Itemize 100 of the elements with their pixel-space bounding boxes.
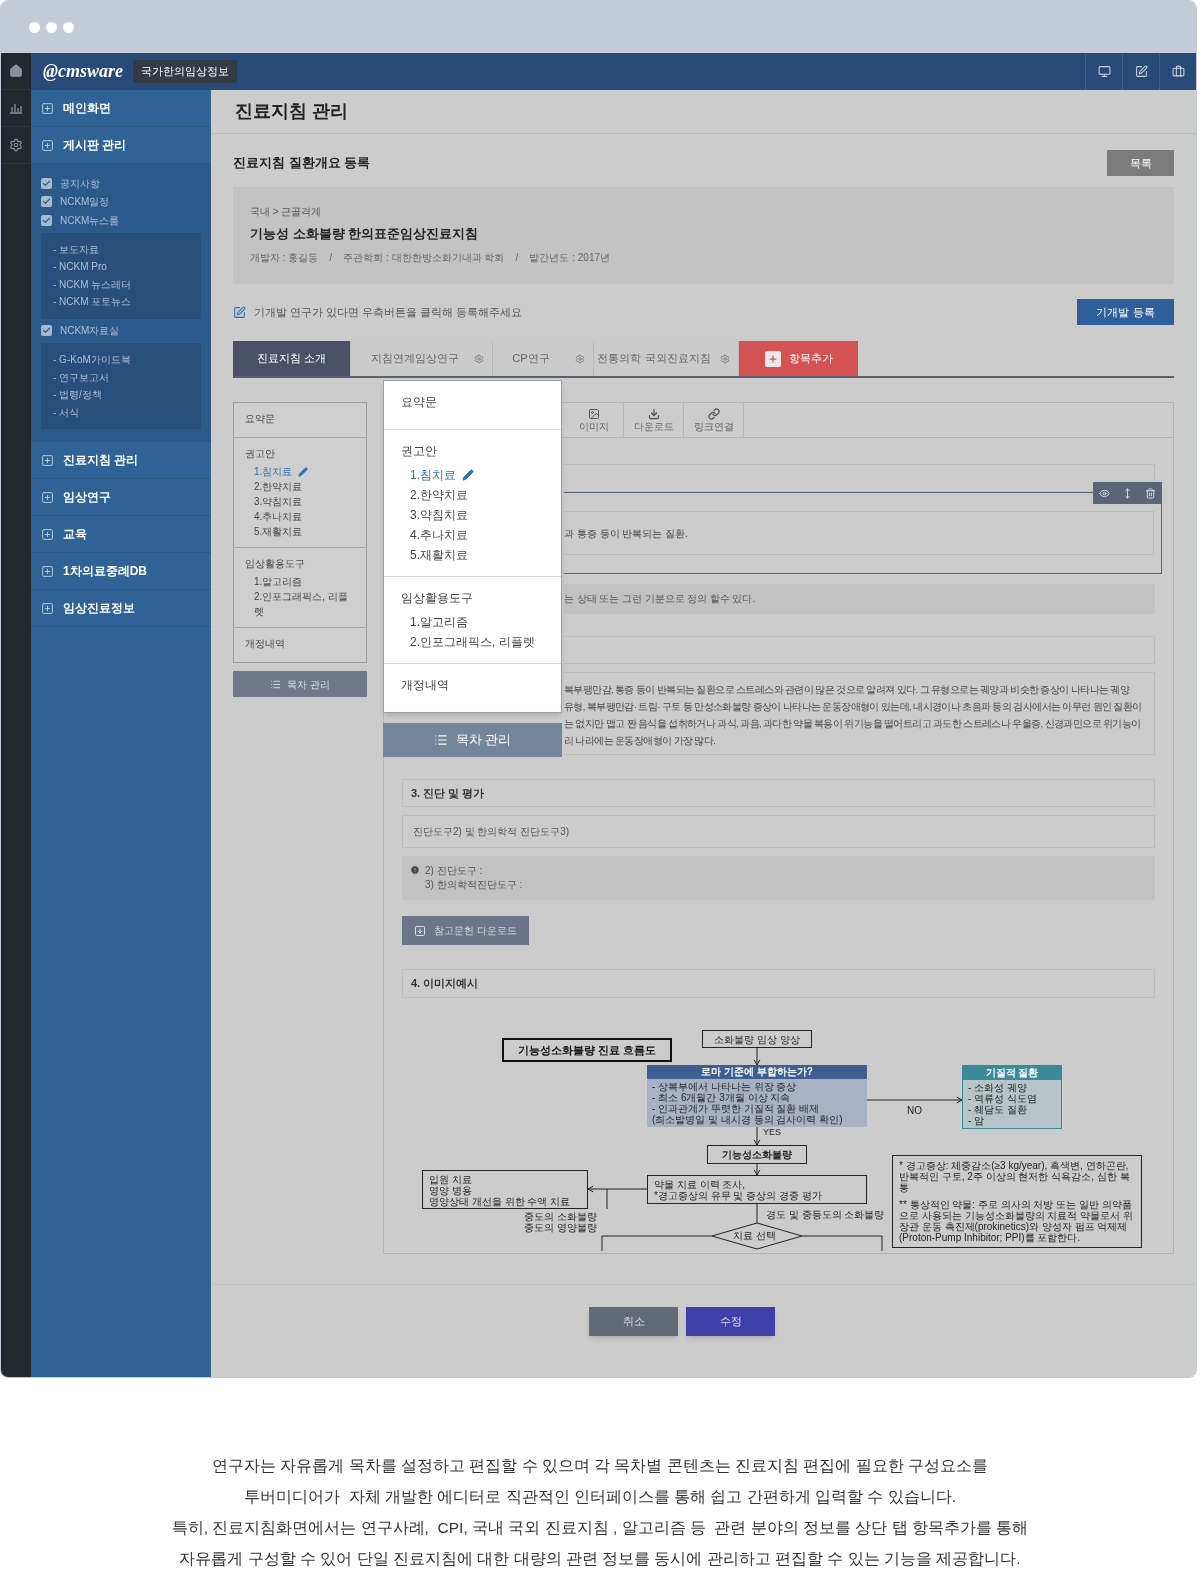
- severity-label: 경도 및 중등도의 소화불량: [766, 1208, 885, 1222]
- chart-icon[interactable]: [9, 102, 23, 114]
- site-badge: 국가한의임상정보: [133, 60, 237, 83]
- move-icon[interactable]: [1122, 487, 1133, 499]
- node-header: 로마 기준에 부합하는가?: [647, 1065, 867, 1079]
- toc-manage-button[interactable]: 목차 관리: [233, 671, 367, 697]
- flowchart-node: 입원 치료 영양 병용 영양상태 개선을 위한 수액 치료: [422, 1170, 588, 1209]
- text-field[interactable]: 진단도구2) 및 한의학적 진단도구3): [402, 815, 1155, 848]
- toc-item[interactable]: 3.약침치료: [410, 506, 468, 524]
- submenu-link[interactable]: - G-KoM가이드북: [41, 351, 201, 369]
- submenu-item[interactable]: NCKM뉴스룸: [60, 212, 120, 228]
- note-box: * 경고증상: 체중감소(≥3 kg/year), 흑색변, 연하곤란, 반복적인 구토, 2주 이상의 현저한 식욕감소, 심한 복통 ** 통상적인 약물: 주로 의사의 처방 또는 일반 의약품으로 사용되는 기능성소화불량의 치료적 약물로서 위장관 운동 촉진제(prokinetics)와 양성자 펌프 억제제(Proton-Pump Inhibitor; PPI)를 포함한다.: [892, 1155, 1142, 1248]
- note-text: 2) 진단도구 :: [425, 864, 484, 878]
- save-button[interactable]: 수정: [686, 1307, 775, 1336]
- guideline-meta: 개발자 : 홍길동 / 주관학회 : 대한한방소화기내과 학회 / 발간년도 : 2017년: [250, 250, 612, 265]
- register-button[interactable]: 기개발 등록: [1077, 299, 1174, 325]
- notice-text: 기개발 연구가 있다면 우측버튼을 클릭해 등록해주세요: [254, 304, 523, 320]
- download-icon: [647, 407, 660, 420]
- node-body: - 상복부에서 나타나는 위장 증상 - 최소 6개월간 3개월 이상 지속 - 인과관계가 뚜렷한 기질적 질환 배제 (최소발병일 및 내시경 등의 검사이력 확인): [647, 1079, 867, 1127]
- toc-item[interactable]: 2.인포그래픽스, 리플렛: [410, 633, 535, 651]
- flowchart-title: 기능성소화불량 진료 흐름도: [502, 1038, 672, 1062]
- text-area[interactable]: 복부팽만감, 통증 등이 반복되는 질환으로 스트레스와 관련이 많은 것으로 알려져 있다. 그 유형으로는 궤양과 비슷한 증상이 나타나는 궤양 유형, 복부팽만감· 트림· 구토 등 만성소화불량 증상이 나타나는 운동장애형이 있는데, 내시경이나 초음파 등의 검사에서는 아무런 원인 질환이 는 없지만 맵고 짠 음식을 섭취하거나 과식, 과음, 과다한 약물 복용이 위기능을 떨어트리고 과도한 스트레스나 우울증, 신경과민으로 위기능이 리 나라에는 운동장애형이 가장 많다.: [564, 672, 1155, 755]
- toc-item[interactable]: 4.추나치료: [254, 509, 303, 524]
- delete-icon[interactable]: [1145, 487, 1156, 499]
- toc-item[interactable]: 2.한약치료: [254, 479, 303, 494]
- submenu-item[interactable]: 공지사항: [60, 175, 100, 191]
- submenu-link[interactable]: - 보도자료: [41, 240, 201, 258]
- arrow: [587, 1185, 648, 1193]
- submenu-link[interactable]: - 연구보고서: [41, 368, 201, 386]
- pencil-icon[interactable]: [462, 469, 474, 481]
- plus-square-icon: [41, 564, 54, 578]
- link-icon: [707, 407, 720, 420]
- toc-section-title[interactable]: 요약문: [245, 411, 355, 426]
- toolbar-button[interactable]: 링크연결: [684, 403, 744, 437]
- toc-section-title[interactable]: 개정내역: [401, 676, 544, 694]
- monitor-icon[interactable]: [1097, 65, 1111, 78]
- toc-item[interactable]: 1.알고리즘: [254, 574, 303, 589]
- toc-item[interactable]: 5.재활치료: [410, 546, 468, 564]
- submenu-link[interactable]: - NCKM 뉴스레터: [41, 275, 201, 293]
- cancel-button[interactable]: 취소: [589, 1307, 678, 1336]
- decision-label: 치료 선택: [733, 1230, 776, 1242]
- home-icon[interactable]: [9, 64, 23, 78]
- download-button[interactable]: 참고문헌 다운로드: [402, 916, 529, 945]
- submenu-link[interactable]: - NCKM Pro: [41, 258, 201, 276]
- submenu-link[interactable]: - 서식: [41, 403, 201, 421]
- toc-manage-button[interactable]: 목차 관리: [383, 723, 562, 757]
- submenu-link[interactable]: - 법령/정책: [41, 386, 201, 404]
- checkbox[interactable]: [41, 196, 52, 208]
- connector-line: [606, 1188, 608, 1210]
- toc-section-title[interactable]: 요약문: [401, 393, 544, 411]
- connector-line: [756, 1203, 758, 1224]
- text-field[interactable]: [564, 464, 1155, 492]
- toc-item[interactable]: 3.약침치료: [254, 494, 303, 509]
- edit-icon: [233, 305, 246, 319]
- image-icon: [587, 407, 600, 420]
- toc-item[interactable]: 1.침치료: [410, 466, 456, 484]
- flowchart-node: 약물 치료 이력 조사, *경고증상의 유무 및 증상의 경중 평가: [647, 1175, 867, 1204]
- note-text: 3) 한의학적진단도구 :: [425, 878, 523, 892]
- tab[interactable]: 진료지침 소개: [233, 341, 351, 376]
- toc-item[interactable]: 4.추나치료: [410, 526, 468, 544]
- toolbar-button[interactable]: 다운로드: [624, 403, 684, 437]
- list-icon: [433, 733, 448, 747]
- checkbox[interactable]: [41, 177, 52, 189]
- yes-label: YES: [763, 1126, 781, 1139]
- toc-section-title[interactable]: 권고안: [401, 442, 544, 460]
- flowchart-node: 기능성소화불량: [707, 1145, 807, 1164]
- text-field[interactable]: 과 통증 등이 반복되는 질환.: [564, 511, 1154, 555]
- arrow: [753, 1047, 761, 1066]
- briefcase-icon[interactable]: [1171, 65, 1185, 78]
- section-title: 진료지침 질환개요 등록: [233, 154, 371, 173]
- edit-icon[interactable]: [1134, 65, 1148, 78]
- submenu-item[interactable]: NCKM일정: [60, 194, 110, 210]
- tab[interactable]: 전통의학 국외진료지침: [594, 341, 739, 376]
- download-icon: [414, 924, 427, 937]
- toc-section-title[interactable]: 개정내역: [245, 636, 355, 651]
- pencil-icon[interactable]: [298, 466, 309, 477]
- checkbox[interactable]: [41, 325, 52, 337]
- toc-section-title[interactable]: 임상활용도구: [245, 556, 355, 571]
- plus-square-icon: [41, 453, 54, 467]
- toc-item[interactable]: 2.인포그래픽스, 리플렛: [254, 589, 355, 619]
- toc-item[interactable]: 1.알고리즘: [410, 613, 468, 631]
- eye-icon[interactable]: [1099, 487, 1110, 499]
- checkbox[interactable]: [41, 214, 52, 226]
- settings-icon[interactable]: [9, 138, 23, 152]
- breadcrumb: 국내 > 근골격계: [250, 205, 323, 219]
- toc-item[interactable]: 5.재활치료: [254, 524, 303, 539]
- section-heading: 4. 이미지예시: [402, 969, 1155, 998]
- arrow: [753, 1125, 761, 1146]
- plus-square-icon: [41, 601, 54, 615]
- toc-item[interactable]: 1.침치료: [254, 464, 293, 479]
- logo[interactable]: @cmsware: [43, 58, 123, 85]
- list-button[interactable]: 목록: [1107, 150, 1174, 176]
- node-body: - 소화성 궤양 - 역류성 식도염 - 췌담도 질환 - 암: [963, 1080, 1061, 1128]
- toc-item[interactable]: 2.한약치료: [410, 486, 468, 504]
- toc-section-title[interactable]: 임상활용도구: [401, 589, 544, 607]
- toolbar-button[interactable]: 이미지: [564, 403, 624, 437]
- toc-section-title[interactable]: 권고안: [245, 446, 355, 461]
- submenu-link[interactable]: - NCKM 포토뉴스: [41, 293, 201, 311]
- add-tab[interactable]: 항목추가: [739, 341, 858, 376]
- submenu-item[interactable]: NCKM자료실: [60, 323, 120, 339]
